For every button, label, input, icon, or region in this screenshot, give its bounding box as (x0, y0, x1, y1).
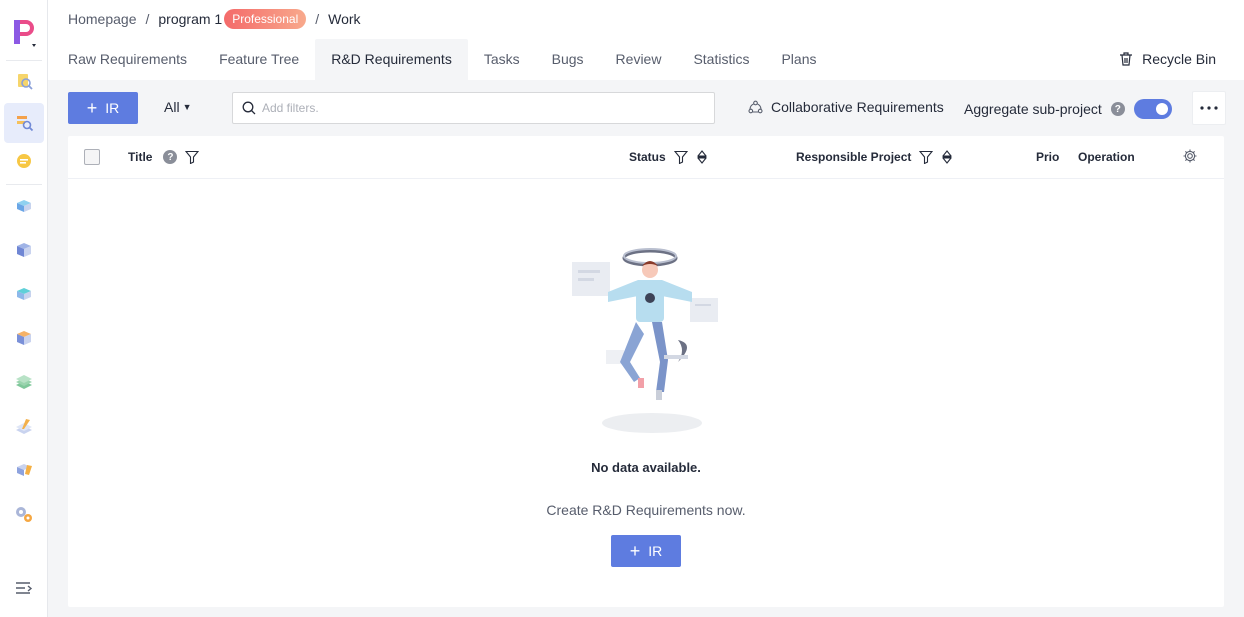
sort-icon[interactable] (941, 150, 953, 164)
collapse-menu-icon[interactable] (14, 580, 34, 598)
plus-icon: + (86, 98, 98, 118)
breadcrumb-separator: / (315, 11, 320, 27)
breadcrumb-project[interactable]: program 1 (158, 11, 222, 27)
help-icon[interactable]: ? (1110, 102, 1125, 116)
column-status-label: Status (629, 150, 666, 164)
collaboration-icon (748, 100, 763, 113)
empty-state-illustration (566, 240, 726, 440)
rail-item-artifact[interactable] (4, 363, 44, 403)
sort-icon[interactable] (696, 150, 708, 164)
rail-item-wiki[interactable] (4, 407, 44, 447)
app-logo-icon[interactable] (8, 14, 42, 50)
gear-icon (1183, 149, 1197, 163)
select-all-checkbox[interactable] (84, 149, 100, 165)
aggregate-label: Aggregate sub-project (964, 101, 1102, 117)
caret-down-icon: ▼ (182, 102, 192, 112)
page-header: Homepage / program 1 Professional / Work… (48, 0, 1244, 80)
rail-item-build[interactable] (4, 231, 44, 271)
rail-separator (6, 184, 42, 185)
empty-add-ir-label: IR (648, 543, 663, 559)
aggregate-toggle[interactable] (1133, 99, 1172, 119)
tab-statistics[interactable]: Statistics (677, 39, 765, 80)
tab-tasks[interactable]: Tasks (468, 39, 536, 80)
add-ir-button[interactable]: + IR (68, 92, 138, 124)
breadcrumb-separator: / (145, 11, 150, 27)
more-options-button[interactable] (1192, 91, 1226, 125)
toolbar: + IR All ▼ Add filters. Collaborative Re… (68, 91, 1226, 125)
column-title-label: Title (128, 150, 153, 164)
search-placeholder: Add filters. (262, 101, 319, 115)
deploy-icon (13, 284, 35, 307)
more-icon (1200, 106, 1218, 110)
filter-icon[interactable] (673, 150, 688, 164)
all-filter-dropdown[interactable]: All ▼ (164, 99, 191, 115)
column-prio: Prio (1036, 150, 1059, 164)
tab-rd-requirements[interactable]: R&D Requirements (315, 39, 468, 80)
edition-badge: Professional (224, 9, 307, 29)
breadcrumb-homepage[interactable]: Homepage (68, 11, 137, 27)
column-responsible-project-label: Responsible Project (796, 150, 912, 164)
trash-icon (1120, 52, 1133, 66)
tab-review[interactable]: Review (600, 39, 678, 80)
empty-state-title: No data available. (591, 460, 701, 475)
aggregate-subproject: Aggregate sub-project ? (964, 99, 1172, 119)
column-operation-label: Operation (1078, 150, 1135, 164)
breadcrumb-current: Work (328, 11, 361, 27)
rail-item-deploy[interactable] (4, 275, 44, 315)
rail-item-release[interactable] (4, 451, 44, 491)
rail-item-workspace[interactable] (4, 62, 44, 102)
help-icon[interactable]: ? (163, 150, 178, 164)
artifact-icon (13, 372, 35, 395)
rail-item-test[interactable] (4, 319, 44, 359)
rail-item-pipeline[interactable] (4, 187, 44, 227)
pipeline-icon (13, 196, 35, 219)
test-icon (13, 328, 35, 351)
collaborative-requirements-button[interactable]: Collaborative Requirements (748, 99, 944, 115)
column-settings[interactable] (1174, 149, 1198, 163)
empty-add-ir-button[interactable]: + IR (611, 535, 681, 567)
rail-separator (6, 60, 42, 61)
search-icon (242, 101, 256, 115)
all-filter-label: All (164, 99, 180, 115)
build-icon (13, 240, 35, 263)
workspace-icon (14, 71, 34, 94)
filter-icon[interactable] (919, 150, 934, 164)
tab-plans[interactable]: Plans (765, 39, 832, 80)
left-nav-rail (0, 0, 48, 617)
module-tabs: Raw Requirements Feature Tree R&D Requir… (52, 39, 833, 80)
breadcrumb: Homepage / program 1 Professional / Work (68, 9, 361, 29)
column-operation: Operation (1078, 150, 1135, 164)
column-responsible-project: Responsible Project (796, 150, 953, 164)
recycle-bin-label: Recycle Bin (1142, 51, 1216, 67)
rail-item-settings[interactable] (4, 495, 44, 535)
collaborative-label: Collaborative Requirements (771, 99, 944, 115)
recycle-bin-button[interactable]: Recycle Bin (1118, 51, 1216, 67)
requirements-icon (14, 112, 34, 135)
column-title: Title ? (128, 150, 200, 164)
column-status: Status (629, 150, 708, 164)
filter-icon[interactable] (185, 150, 200, 164)
wiki-icon (13, 416, 35, 439)
empty-state-subtitle: Create R&D Requirements now. (546, 502, 746, 518)
code-icon (14, 151, 34, 174)
column-prio-label: Prio (1036, 150, 1060, 164)
requirements-table: Title ? Status Responsible Project Prio … (68, 136, 1224, 607)
tab-raw-requirements[interactable]: Raw Requirements (52, 39, 203, 80)
plus-icon: + (629, 541, 641, 561)
table-header: Title ? Status Responsible Project Prio … (68, 136, 1224, 179)
filter-search-input[interactable]: Add filters. (232, 92, 715, 124)
add-ir-label: IR (105, 100, 120, 116)
rail-item-code[interactable] (4, 142, 44, 182)
tab-feature-tree[interactable]: Feature Tree (203, 39, 315, 80)
tab-bugs[interactable]: Bugs (536, 39, 600, 80)
rail-item-requirements[interactable] (4, 103, 44, 143)
release-icon (13, 460, 35, 483)
settings-icon (13, 504, 35, 527)
